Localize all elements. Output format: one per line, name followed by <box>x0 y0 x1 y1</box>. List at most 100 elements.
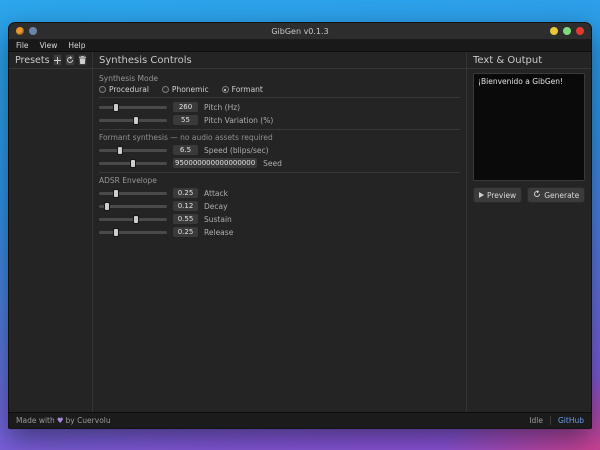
slider-row: 0.25 Release <box>99 226 460 238</box>
synthesis-body: Synthesis Mode Procedural Phonemic Formant… <box>93 69 466 242</box>
trash-icon <box>79 56 86 64</box>
refresh-presets-button[interactable] <box>65 54 75 66</box>
synthesis-mode-label: Synthesis Mode <box>99 74 460 83</box>
sustain-slider[interactable] <box>99 215 167 224</box>
speed-blips-sec-slider[interactable] <box>99 146 167 155</box>
menubar: File View Help <box>9 40 591 52</box>
slider-thumb[interactable] <box>104 202 110 211</box>
app-window: GibGen v0.1.3 File View Help Presets <box>8 22 592 429</box>
slider-track <box>99 106 167 109</box>
formant-note: Formant synthesis — no audio assets requ… <box>99 133 460 142</box>
decay-label: Decay <box>204 202 228 211</box>
slider-thumb[interactable] <box>133 215 139 224</box>
titlebar[interactable]: GibGen v0.1.3 <box>9 23 591 40</box>
adsr-envelope-label: ADSR Envelope <box>99 176 460 185</box>
synthesis-panel: Synthesis Controls Synthesis Mode Proced… <box>93 52 467 412</box>
menu-item-view[interactable]: View <box>40 41 58 50</box>
delete-preset-button[interactable] <box>78 54 87 66</box>
speed-blips-sec-label: Speed (blips/sec) <box>204 146 269 155</box>
pitch-hz-slider[interactable] <box>99 103 167 112</box>
output-buttons: Preview Generate <box>473 187 585 203</box>
sustain-label: Sustain <box>204 215 232 224</box>
slider-thumb[interactable] <box>117 146 123 155</box>
output-body: ¡Bienvenido a GibGen! Preview Generate <box>467 69 591 207</box>
release-label: Release <box>204 228 233 237</box>
seed-value[interactable]: 950000000000000000 <box>173 158 257 168</box>
release-slider[interactable] <box>99 228 167 237</box>
formant-sliders: 6.5 Speed (blips/sec) 950000000000000000 Se… <box>99 144 460 169</box>
close-button[interactable] <box>576 27 584 35</box>
pitch-variation-label: Pitch Variation (%) <box>204 116 273 125</box>
slider-thumb[interactable] <box>130 159 136 168</box>
titlebar-left-dots <box>16 27 37 35</box>
mode-radio-label: Phonemic <box>172 85 209 94</box>
preview-button[interactable]: Preview <box>473 187 522 203</box>
menu-item-help[interactable]: Help <box>68 41 85 50</box>
attack-value[interactable]: 0.25 <box>173 188 198 198</box>
pitch-hz-value[interactable]: 260 <box>173 102 198 112</box>
preview-button-label: Preview <box>487 191 516 200</box>
radio-icon <box>162 86 169 93</box>
mode-radio-phonemic[interactable]: Phonemic <box>162 85 209 94</box>
pitch-variation-slider[interactable] <box>99 116 167 125</box>
slider-track <box>99 231 167 234</box>
attack-label: Attack <box>204 189 228 198</box>
credit-text: Made with♥by Cuervolu <box>16 416 111 425</box>
slider-thumb[interactable] <box>113 189 119 198</box>
presets-title: Presets <box>15 55 50 66</box>
slider-row: 55 Pitch Variation (%) <box>99 114 460 126</box>
attack-slider[interactable] <box>99 189 167 198</box>
decay-slider[interactable] <box>99 202 167 211</box>
slider-row: 0.12 Decay <box>99 200 460 212</box>
seed-label: Seed <box>263 159 282 168</box>
heart-icon: ♥ <box>57 416 64 425</box>
minimize-button[interactable] <box>550 27 558 35</box>
presets-panel: Presets <box>9 52 93 412</box>
decay-value[interactable]: 0.12 <box>173 201 198 211</box>
divider <box>99 97 460 98</box>
plus-icon <box>54 57 61 64</box>
slider-thumb[interactable] <box>133 116 139 125</box>
window-title: GibGen v0.1.3 <box>9 27 591 36</box>
add-preset-button[interactable] <box>53 54 62 66</box>
release-value[interactable]: 0.25 <box>173 227 198 237</box>
generate-button-label: Generate <box>544 191 579 200</box>
refresh-icon <box>533 190 541 200</box>
divider <box>99 129 460 130</box>
slider-row: 0.55 Sustain <box>99 213 460 225</box>
mode-radio-label: Procedural <box>109 85 149 94</box>
slider-track <box>99 192 167 195</box>
pitch-variation-value[interactable]: 55 <box>173 115 198 125</box>
app-icon <box>16 27 24 35</box>
mode-radio-formant[interactable]: Formant <box>222 85 263 94</box>
speed-blips-sec-value[interactable]: 6.5 <box>173 145 198 155</box>
statusbar-divider <box>550 416 551 425</box>
play-icon <box>479 192 484 198</box>
mode-radio-label: Formant <box>232 85 263 94</box>
workspace-dot-icon <box>29 27 37 35</box>
sustain-value[interactable]: 0.55 <box>173 214 198 224</box>
radio-icon <box>222 86 229 93</box>
slider-thumb[interactable] <box>113 103 119 112</box>
seed-slider[interactable] <box>99 159 167 168</box>
generate-button[interactable]: Generate <box>527 187 585 203</box>
pitch-hz-label: Pitch (Hz) <box>204 103 240 112</box>
refresh-icon <box>66 56 74 64</box>
menu-item-file[interactable]: File <box>16 41 29 50</box>
slider-row: 260 Pitch (Hz) <box>99 101 460 113</box>
slider-thumb[interactable] <box>113 228 119 237</box>
adsr-sliders: 0.25 Attack 0.12 Decay 0.55 Sustain 0.25 Releas… <box>99 187 460 238</box>
github-link[interactable]: GitHub <box>558 416 584 425</box>
slider-row: 950000000000000000 Seed <box>99 157 460 169</box>
mode-radio-procedural[interactable]: Procedural <box>99 85 149 94</box>
content-area: Presets Synthesis <box>9 52 591 412</box>
synthesis-title: Synthesis Controls <box>93 52 466 69</box>
synthesis-mode-radios: Procedural Phonemic Formant <box>99 85 460 94</box>
slider-row: 6.5 Speed (blips/sec) <box>99 144 460 156</box>
slider-track <box>99 149 167 152</box>
slider-row: 0.25 Attack <box>99 187 460 199</box>
output-text-area[interactable]: ¡Bienvenido a GibGen! <box>473 73 585 181</box>
statusbar-right: Idle GitHub <box>529 416 584 425</box>
maximize-button[interactable] <box>563 27 571 35</box>
radio-icon <box>99 86 106 93</box>
